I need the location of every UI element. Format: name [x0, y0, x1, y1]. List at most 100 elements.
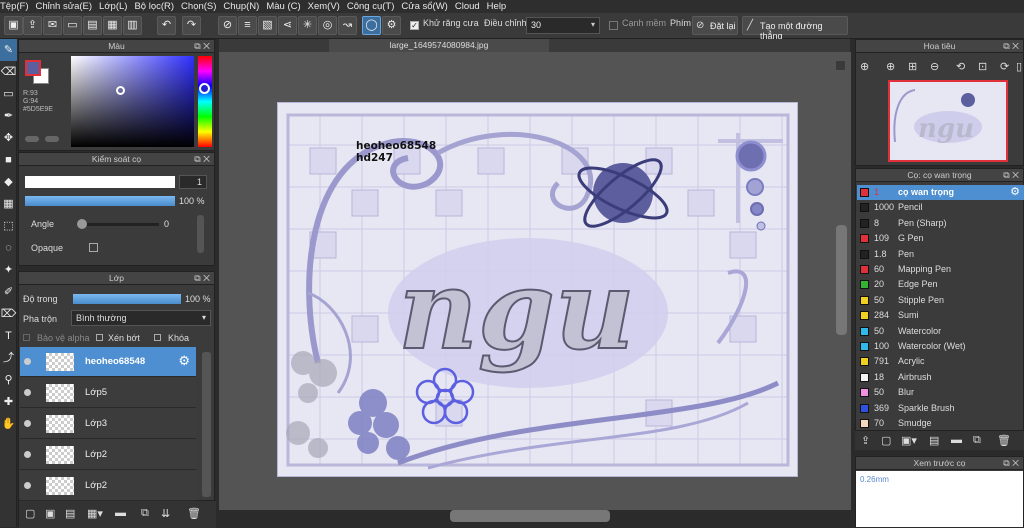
menu-item[interactable]: Chỉnh sửa(E) — [36, 0, 100, 13]
brush-tool-icon[interactable]: ✎ — [0, 39, 17, 61]
redo-icon[interactable]: ↷ — [182, 16, 201, 35]
menu-item[interactable]: Màu (C) — [266, 0, 307, 13]
zoom-in-icon[interactable]: ⊕ — [860, 60, 869, 73]
flip-icon[interactable]: ⟳ — [1000, 60, 1009, 73]
zoom-out-icon[interactable]: ⊖ — [930, 60, 939, 73]
brush-trash-icon[interactable]: 🗑 — [997, 434, 1011, 447]
brush-row[interactable]: 8 Pen (Sharp) — [857, 216, 1024, 231]
canvas-artwork[interactable]: ngu heoheo68548 hd247 — [277, 102, 798, 477]
gear-icon[interactable]: ⚙ — [1010, 185, 1020, 200]
picker-cursor[interactable] — [116, 86, 125, 95]
gradient-tool-icon[interactable]: ▦ — [0, 193, 17, 215]
hue-slider[interactable] — [198, 56, 212, 147]
move-tool-icon[interactable]: ✥ — [0, 127, 17, 149]
duplicate-icon[interactable]: ⧉ — [141, 507, 149, 520]
close-icon[interactable]: ⧉ ✕ — [194, 153, 210, 166]
close-icon[interactable]: ⧉ ✕ — [194, 272, 210, 285]
zoom-in-2-icon[interactable]: ⊕ — [886, 60, 895, 73]
more-icon[interactable]: ▯ — [1016, 60, 1022, 73]
clipping-checkbox[interactable] — [96, 334, 103, 341]
trash-icon[interactable]: 🗑 — [187, 507, 201, 520]
text-tool-icon[interactable]: T — [0, 325, 17, 347]
saturation-value-picker[interactable] — [71, 56, 194, 147]
no-snap-icon[interactable]: ⊘ — [218, 16, 237, 35]
hand-tool-icon[interactable]: ✋ — [0, 413, 17, 435]
rect-tool-icon[interactable]: ▭ — [0, 83, 17, 105]
adjust-dropdown[interactable]: 30 ▾ — [526, 17, 600, 34]
brush-row[interactable]: 791 Acrylic — [857, 354, 1024, 369]
new-raster-layer-icon[interactable]: ▣ — [45, 507, 55, 520]
brush-row[interactable]: 50 Blur — [857, 385, 1024, 400]
add-layer-dropdown-icon[interactable]: ▦▾ — [87, 507, 103, 520]
brush-row[interactable]: 1.8 Pen — [857, 247, 1024, 262]
layer-row[interactable]: Lớp2 — [20, 440, 196, 470]
brush-row[interactable]: 1000 Pencil — [857, 200, 1024, 215]
brush-copy-icon[interactable]: ▤ — [929, 434, 939, 447]
canvas-tab[interactable]: large_1649574080984.jpg — [329, 39, 549, 52]
new-layer-icon[interactable]: ▢ — [25, 507, 35, 520]
brush-row[interactable]: 50 Stipple Pen — [857, 293, 1024, 308]
protect-alpha-checkbox[interactable] — [23, 334, 30, 341]
close-icon[interactable]: ⧉ ✕ — [1003, 40, 1019, 53]
create-line-button[interactable]: ╱ Tạo một đường thẳng — [742, 16, 848, 41]
layer-row[interactable]: heoheo68548 ⚙ — [20, 347, 196, 377]
layer-row[interactable]: Lớp2 — [20, 471, 196, 501]
eraser-tool-icon[interactable]: ⌫ — [0, 61, 17, 83]
brush-size-value[interactable]: 1 — [179, 175, 207, 189]
foreground-color-swatch[interactable] — [25, 60, 41, 76]
menu-item[interactable]: Cửa sổ(W) — [401, 0, 454, 13]
export-icon[interactable]: ⇪ — [23, 16, 42, 35]
layers-scrollbar[interactable] — [202, 352, 211, 497]
brush-row[interactable]: 369 Sparkle Brush — [857, 401, 1024, 416]
eye-icon[interactable] — [24, 358, 31, 365]
new-brush-icon[interactable]: ▢ — [881, 434, 891, 447]
pen-tool-icon[interactable]: ✒ — [0, 105, 17, 127]
close-icon[interactable]: ⧉ ✕ — [194, 40, 210, 53]
eyedropper-icon[interactable]: ⚲ — [0, 369, 17, 391]
angle-handle[interactable] — [77, 219, 87, 229]
gear-icon[interactable]: ⚙ — [178, 353, 190, 369]
circle-snap-icon[interactable]: ◎ — [318, 16, 337, 35]
fit-screen-icon[interactable]: ⊡ — [978, 60, 987, 73]
angle-slider[interactable] — [77, 219, 159, 229]
layer-row[interactable]: Lớp3 — [20, 409, 196, 439]
brush-row[interactable]: 20 Edge Pen — [857, 277, 1024, 292]
radial-snap-icon[interactable]: ✳ — [298, 16, 317, 35]
opaque-checkbox[interactable] — [89, 243, 98, 252]
layer-opacity-bar[interactable] — [73, 294, 181, 304]
brush-row[interactable]: 50 Watercolor — [857, 324, 1024, 339]
ellipse-snap-icon[interactable]: ◯ — [362, 16, 381, 35]
settings-icon[interactable]: ⚙ — [382, 16, 401, 35]
brush-row[interactable]: 18 Airbrush — [857, 370, 1024, 385]
chat-icon[interactable]: ▭ — [63, 16, 82, 35]
menu-item[interactable]: Lớp(L) — [99, 0, 134, 13]
canvas-hscroll[interactable] — [450, 510, 610, 522]
hue-cursor[interactable] — [199, 83, 210, 94]
menu-item[interactable]: Công cụ(T) — [347, 0, 402, 13]
canvas-vscroll[interactable] — [836, 225, 847, 335]
brush-row[interactable]: 100 Watercolor (Wet) — [857, 339, 1024, 354]
close-icon[interactable]: ⧉ ✕ — [1003, 169, 1019, 182]
layer-row[interactable]: Lớp5 — [20, 378, 196, 408]
document-icon[interactable]: ▤ — [83, 16, 102, 35]
magic-wand-icon[interactable]: ✦ — [0, 259, 17, 281]
lasso-tool-icon[interactable]: ◌ — [0, 237, 17, 259]
menu-item[interactable]: Bộ lọc(R) — [134, 0, 181, 13]
folder-icon[interactable]: ▬ — [115, 507, 126, 519]
blend-mode-dropdown[interactable]: Bình thường ▾ — [71, 310, 211, 326]
vanish-snap-icon[interactable]: ⋖ — [278, 16, 297, 35]
fill-tool-icon[interactable]: ◆ — [0, 171, 17, 193]
eye-icon[interactable] — [24, 420, 31, 427]
copy-layer-icon[interactable]: ▤ — [65, 507, 75, 520]
brush-size-bar[interactable] — [25, 176, 175, 188]
menu-item[interactable]: Xem(V) — [308, 0, 347, 13]
reset-button[interactable]: ⊘ Đặt lại — [692, 16, 738, 35]
eye-icon[interactable] — [24, 451, 31, 458]
brush-row[interactable]: 1 cọ wan trọng ⚙ — [857, 185, 1024, 200]
fit-icon[interactable]: ⊞ — [908, 60, 917, 73]
curve-snap-icon[interactable]: ↝ — [338, 16, 357, 35]
panel-scrollbar[interactable] — [197, 215, 204, 253]
merge-icon[interactable]: ⇊ — [161, 507, 170, 520]
divide-tool-icon[interactable]: ⤴ — [0, 347, 17, 369]
brush-duplicate-icon[interactable]: ⧉ — [973, 434, 981, 447]
